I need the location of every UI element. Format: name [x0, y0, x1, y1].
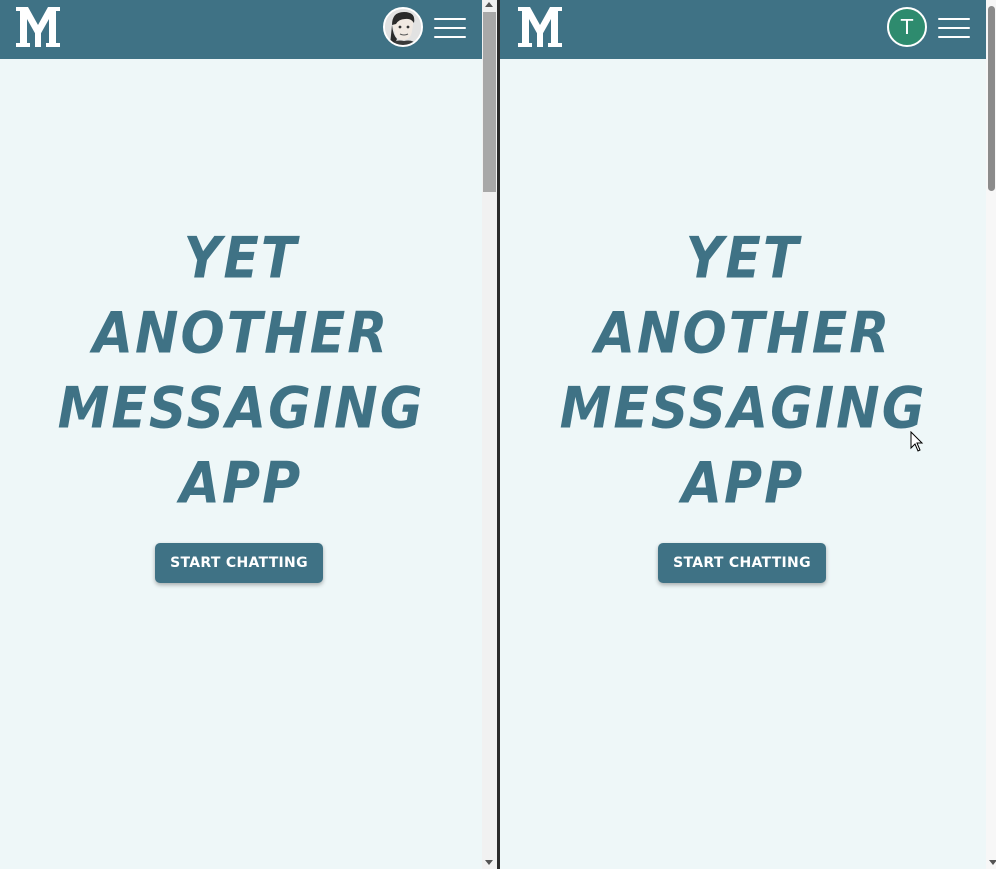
scroll-down-icon[interactable] [989, 860, 996, 865]
mouse-pointer-icon [910, 431, 924, 452]
start-chatting-button[interactable]: START CHATTING [155, 543, 323, 583]
hamburger-menu-icon[interactable] [434, 18, 466, 38]
hero-line: MESSAGING [57, 375, 425, 442]
hero-line: ANOTHER [92, 300, 390, 367]
ym-logo-icon[interactable] [14, 5, 62, 49]
navbar: T [500, 0, 986, 59]
hero-line: YET [183, 225, 299, 292]
user-initial-avatar[interactable]: T [887, 7, 927, 47]
scroll-up-icon[interactable] [485, 2, 493, 7]
hero-line: APP [179, 450, 303, 517]
hamburger-menu-icon[interactable] [938, 18, 970, 38]
left-window: YET ANOTHER MESSAGING APP START CHATTING [0, 0, 482, 869]
scrollbar-thumb[interactable] [988, 6, 995, 191]
scrollbar-thumb[interactable] [483, 12, 496, 192]
left-scrollbar[interactable] [482, 0, 497, 869]
ym-logo-icon[interactable] [516, 5, 564, 49]
navbar [0, 0, 482, 59]
right-scrollbar[interactable] [986, 0, 996, 869]
hero-line: YET [685, 225, 801, 292]
scroll-down-icon[interactable] [485, 860, 493, 865]
start-chatting-button[interactable]: START CHATTING [658, 543, 826, 583]
hero-title: YET ANOTHER MESSAGING APP [500, 222, 986, 522]
hero-title: YET ANOTHER MESSAGING APP [0, 222, 482, 522]
user-photo-icon [385, 9, 421, 45]
hero-line: ANOTHER [594, 300, 892, 367]
user-photo-avatar[interactable] [383, 7, 423, 47]
hero-line: APP [681, 450, 805, 517]
